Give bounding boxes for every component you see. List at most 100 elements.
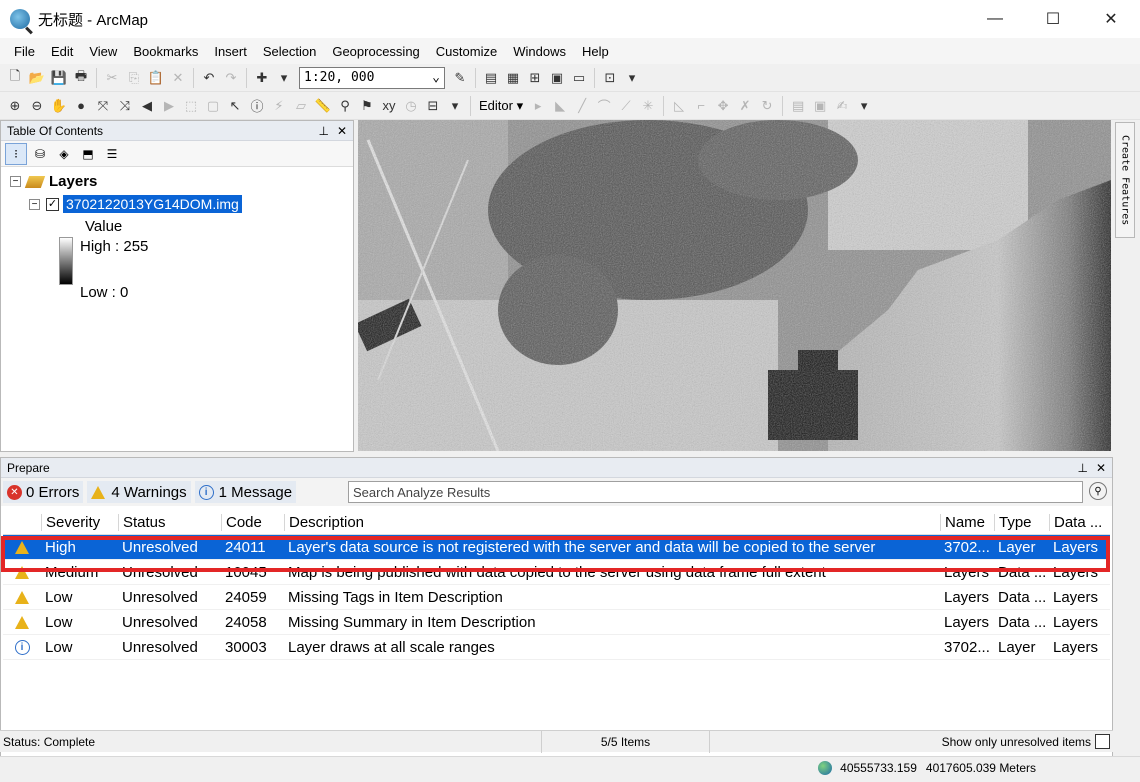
list-by-visibility-icon[interactable]: ◈: [53, 143, 75, 165]
maximize-button[interactable]: ☐: [1024, 0, 1082, 38]
save-icon[interactable]: 💾: [49, 68, 69, 88]
paste-icon[interactable]: 📋: [146, 68, 166, 88]
code-column-header[interactable]: Code: [221, 514, 284, 531]
split-icon[interactable]: ✗: [735, 96, 755, 116]
model-builder-icon[interactable]: ⊡: [600, 68, 620, 88]
zoom-in-icon[interactable]: ⊕: [5, 96, 25, 116]
undo-icon[interactable]: ↶: [199, 68, 219, 88]
name-column-header[interactable]: Name: [940, 514, 994, 531]
sketch-properties-icon[interactable]: ▣: [810, 96, 830, 116]
pin-icon[interactable]: ⊥: [1077, 461, 1087, 475]
catalog-icon[interactable]: ▦: [503, 68, 523, 88]
pan-hand-icon[interactable]: ✋: [49, 96, 69, 116]
back-arrow-icon[interactable]: ◀: [137, 96, 157, 116]
table-row[interactable]: Low Unresolved 24058 Missing Summary in …: [3, 610, 1110, 635]
table-row[interactable]: High Unresolved 24011 Layer's data sourc…: [3, 535, 1110, 560]
reshape-icon[interactable]: ⌐: [691, 96, 711, 116]
menu-windows[interactable]: Windows: [505, 44, 574, 59]
find-route-icon[interactable]: ⚑: [357, 96, 377, 116]
list-by-source-icon[interactable]: ⛁: [29, 143, 51, 165]
minimize-button[interactable]: —: [966, 0, 1024, 38]
severity-column-header[interactable]: Severity: [41, 514, 118, 531]
analyze-search-input[interactable]: Search Analyze Results: [348, 481, 1083, 503]
table-of-contents-icon[interactable]: ▤: [481, 68, 501, 88]
list-by-selection-icon[interactable]: ⬒: [77, 143, 99, 165]
toolbar-options-icon[interactable]: ▾: [854, 96, 874, 116]
pin-icon[interactable]: ⊥: [318, 124, 328, 138]
collapse-icon[interactable]: −: [10, 176, 21, 187]
menu-file[interactable]: File: [6, 44, 43, 59]
time-slider-icon[interactable]: ◷: [401, 96, 421, 116]
edit-tool-icon[interactable]: ▸: [528, 96, 548, 116]
attributes-icon[interactable]: ▤: [788, 96, 808, 116]
data-frame-label[interactable]: Layers: [49, 173, 97, 190]
errors-tab[interactable]: ✕ 0 Errors: [3, 481, 84, 503]
trace-icon[interactable]: ⟋: [616, 96, 636, 116]
editor-menu-button[interactable]: Editor ▾: [475, 98, 527, 114]
html-popup-icon[interactable]: ▱: [291, 96, 311, 116]
map-display[interactable]: [358, 120, 1111, 451]
rotate-icon[interactable]: ↻: [757, 96, 777, 116]
zoom-out-icon[interactable]: ⊖: [27, 96, 47, 116]
table-row[interactable]: i Low Unresolved 30003 Layer draws at al…: [3, 635, 1110, 660]
measure-icon[interactable]: 📏: [313, 96, 333, 116]
menu-customize[interactable]: Customize: [428, 44, 505, 59]
print-icon[interactable]: 🖶: [71, 68, 91, 88]
status-column-header[interactable]: Status: [118, 514, 221, 531]
table-row[interactable]: Low Unresolved 24059 Missing Tags in Ite…: [3, 585, 1110, 610]
type-column-header[interactable]: Type: [994, 514, 1049, 531]
find-binoculars-icon[interactable]: ⚲: [335, 96, 355, 116]
menu-insert[interactable]: Insert: [206, 44, 255, 59]
clear-selection-icon[interactable]: ▢: [203, 96, 223, 116]
close-button[interactable]: ✕: [1082, 0, 1140, 38]
toc-options-icon[interactable]: ☰: [101, 143, 123, 165]
open-folder-icon[interactable]: 📂: [27, 68, 47, 88]
search-window-icon[interactable]: ⊞: [525, 68, 545, 88]
menu-help[interactable]: Help: [574, 44, 617, 59]
arctoolbox-icon[interactable]: ▣: [547, 68, 567, 88]
close-icon[interactable]: ✕: [337, 124, 347, 138]
hyperlink-icon[interactable]: ⚡: [269, 96, 289, 116]
cut-icon[interactable]: ✂: [102, 68, 122, 88]
map-scale-combobox[interactable]: 1:20, 000 ⌄: [299, 66, 445, 89]
select-elements-arrow-icon[interactable]: ↖: [225, 96, 245, 116]
create-features-icon[interactable]: ✍: [832, 96, 852, 116]
copy-icon[interactable]: ⎘: [124, 68, 144, 88]
description-column-header[interactable]: Description: [284, 514, 940, 531]
full-extent-globe-icon[interactable]: ●: [71, 96, 91, 116]
menu-selection[interactable]: Selection: [255, 44, 324, 59]
create-features-side-tab[interactable]: Create Features: [1115, 122, 1135, 238]
go-to-xy-icon[interactable]: xy: [379, 96, 399, 116]
toolbar-options-icon[interactable]: ▾: [622, 68, 642, 88]
select-features-icon[interactable]: ⬚: [181, 96, 201, 116]
point-tool-icon[interactable]: ✳: [638, 96, 658, 116]
menu-geoprocessing[interactable]: Geoprocessing: [324, 44, 427, 59]
data-column-header[interactable]: Data ...: [1049, 514, 1109, 531]
messages-tab[interactable]: i 1 Message: [194, 481, 297, 503]
menu-bookmarks[interactable]: Bookmarks: [125, 44, 206, 59]
toolbar-options-icon[interactable]: ▾: [445, 96, 465, 116]
layer-visibility-checkbox[interactable]: ✓: [46, 197, 59, 211]
edit-annotation-icon[interactable]: ◣: [550, 96, 570, 116]
list-by-drawing-order-icon[interactable]: ⁝: [5, 142, 27, 165]
collapse-icon[interactable]: −: [29, 198, 40, 210]
fixed-zoom-in-icon[interactable]: ⤧: [93, 96, 113, 116]
editor-toolbar-icon[interactable]: ✎: [450, 68, 470, 88]
cut-polygons-icon[interactable]: ✥: [713, 96, 733, 116]
add-data-dropdown-icon[interactable]: ▾: [274, 68, 294, 88]
edit-vertices-icon[interactable]: ◺: [669, 96, 689, 116]
straight-segment-icon[interactable]: ╱: [572, 96, 592, 116]
warnings-tab[interactable]: 4 Warnings: [87, 481, 191, 503]
redo-icon[interactable]: ↷: [221, 68, 241, 88]
menu-view[interactable]: View: [81, 44, 125, 59]
forward-arrow-icon[interactable]: ▶: [159, 96, 179, 116]
fixed-zoom-out-icon[interactable]: ⤨: [115, 96, 135, 116]
identify-icon[interactable]: ⓘ: [247, 96, 267, 116]
layer-name[interactable]: 3702122013YG14DOM.img: [63, 195, 242, 213]
search-icon[interactable]: ⚲: [1089, 482, 1107, 500]
close-icon[interactable]: ✕: [1096, 461, 1106, 475]
add-data-icon[interactable]: ✚: [252, 68, 272, 88]
delete-icon[interactable]: ✕: [168, 68, 188, 88]
viewer-window-icon[interactable]: ⊟: [423, 96, 443, 116]
end-point-arc-icon[interactable]: ⌒: [594, 96, 614, 116]
